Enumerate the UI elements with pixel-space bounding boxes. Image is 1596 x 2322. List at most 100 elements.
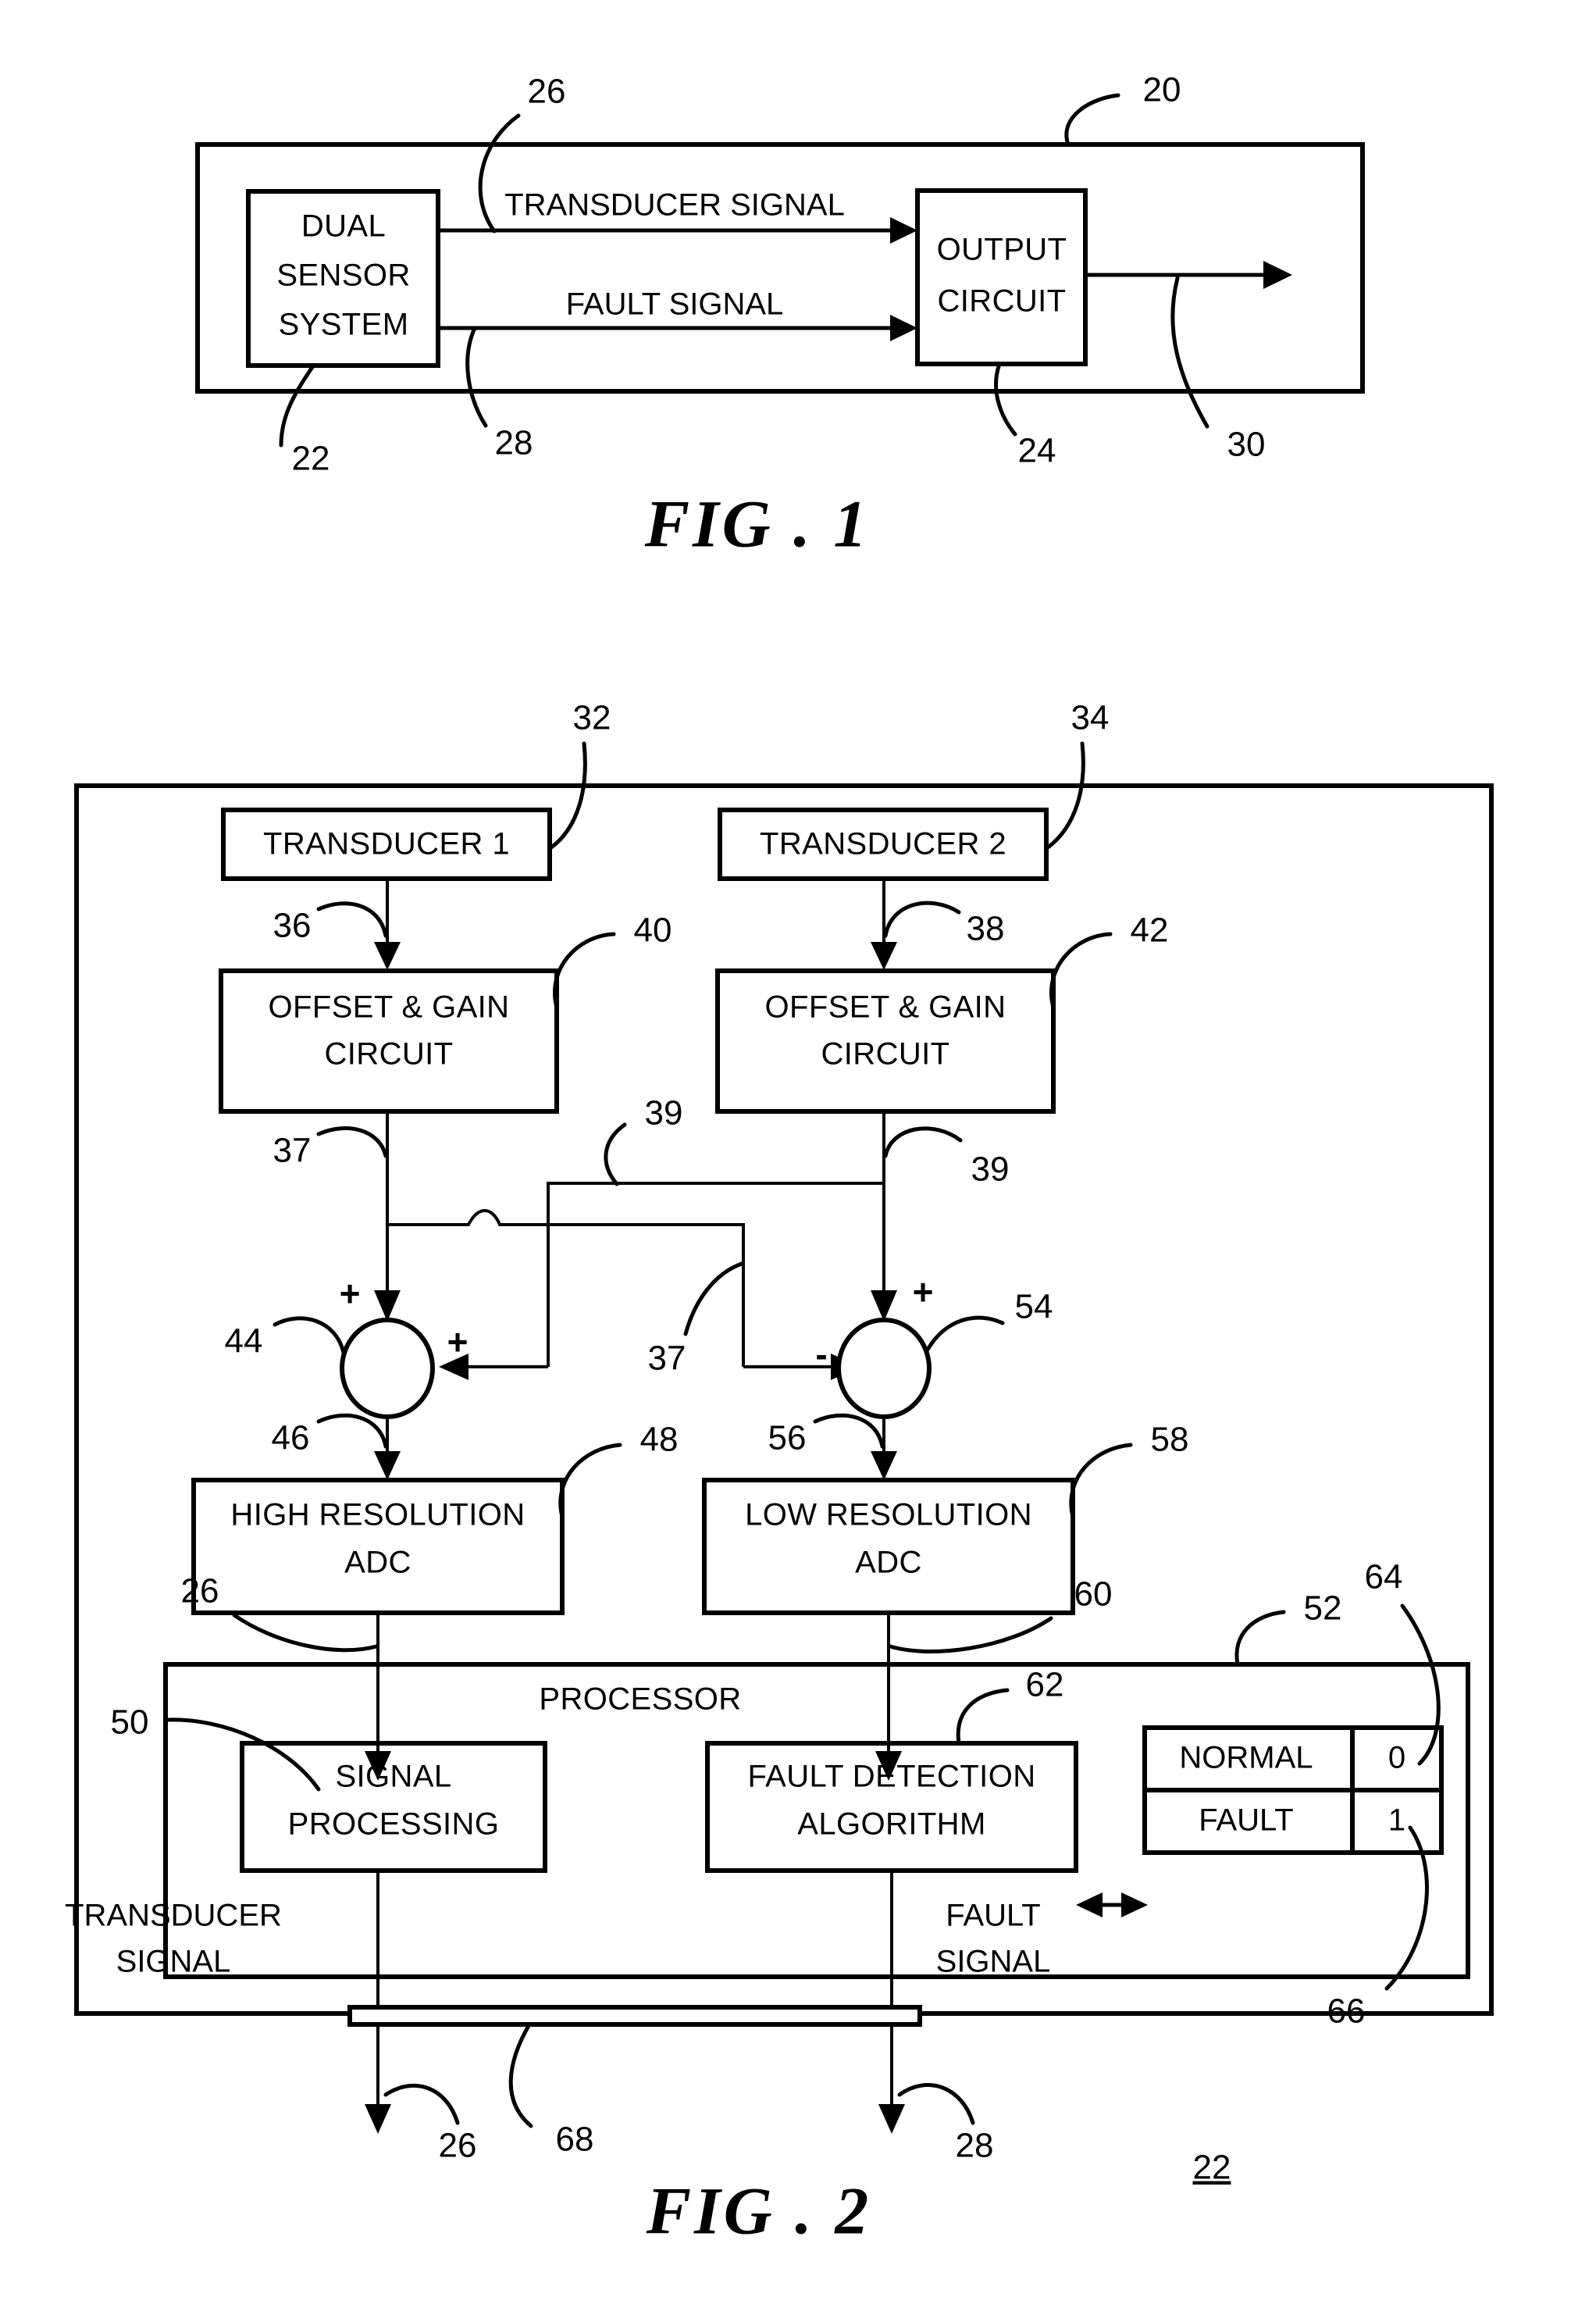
lead-line-52 — [1234, 1610, 1286, 1667]
lead-line-39-top — [604, 1122, 627, 1186]
lead-line-28-out — [897, 2083, 975, 2125]
lead-line-26-fig2 — [232, 1613, 379, 1653]
sign-44-top: + — [340, 1273, 361, 1314]
block-output-circuit — [915, 188, 1088, 366]
block-label-offset-gain-1-line2: CIRCUIT — [324, 1037, 453, 1072]
lead-line-30 — [1170, 276, 1209, 429]
lead-line-28 — [465, 326, 488, 428]
status-table-cell-value-0: 0 — [1388, 1741, 1405, 1775]
ref-54: 54 — [1015, 1288, 1053, 1326]
lead-line-54 — [925, 1315, 1005, 1352]
output-bus-68 — [347, 2005, 922, 2027]
ref-46: 46 — [272, 1419, 310, 1457]
ref-60: 60 — [1074, 1575, 1113, 1614]
lead-line-22 — [279, 365, 315, 448]
lead-line-26-out — [383, 2083, 460, 2125]
arrowhead-output-signal — [1263, 261, 1292, 289]
block-label-low-res-adc-line2: ADC — [855, 1546, 922, 1580]
ref-62: 62 — [1026, 1666, 1064, 1704]
lead-line-37-left — [316, 1126, 388, 1158]
block-label-offset-gain-1-line1: OFFSET & GAIN — [269, 990, 510, 1025]
ref-30: 30 — [1227, 426, 1266, 464]
block-label-processor: PROCESSOR — [539, 1682, 741, 1717]
lead-line-24 — [994, 362, 1017, 437]
lead-line-42 — [1049, 932, 1113, 1010]
ref-20: 20 — [1143, 71, 1181, 109]
figure-1-caption: FIG . 1 — [644, 487, 870, 562]
label-transducer-signal-out-line1: TRANSDUCER — [65, 1899, 282, 1933]
ref-26-fig2: 26 — [181, 1572, 219, 1610]
figure-2: TRANSDUCER 1 32 TRANSDUCER 2 34 36 38 OF… — [65, 699, 1494, 2249]
lead-line-68 — [508, 2022, 533, 2128]
block-label-offset-gain-2-line1: OFFSET & GAIN — [765, 990, 1006, 1025]
arrowhead-transducer-signal — [890, 217, 917, 244]
ref-24: 24 — [1018, 432, 1056, 470]
ref-37-cross: 37 — [648, 1339, 686, 1378]
ref-28-out: 28 — [956, 2127, 994, 2165]
lead-line-46 — [316, 1413, 388, 1449]
ref-56: 56 — [768, 1419, 807, 1457]
ref-39-top: 39 — [645, 1094, 683, 1132]
lead-line-39-right — [883, 1126, 963, 1158]
status-table: NORMAL 0 FAULT 1 — [1142, 1725, 1444, 1855]
lead-line-34 — [1046, 741, 1085, 850]
summing-junction-54 — [836, 1318, 932, 1419]
lead-line-38 — [883, 901, 961, 938]
ref-48: 48 — [640, 1421, 679, 1459]
ref-32: 32 — [573, 699, 611, 737]
ref-50: 50 — [111, 1703, 149, 1742]
ref-37-left: 37 — [273, 1132, 312, 1170]
label-fault-signal-out-line1: FAULT — [946, 1899, 1041, 1933]
arrowhead-54-input-top — [871, 1290, 897, 1322]
arrowhead-table-right — [1121, 1892, 1148, 1917]
block-label-transducer-1: TRANSDUCER 1 — [263, 827, 510, 861]
block-label-dual-sensor-system-line1: DUAL — [301, 209, 386, 244]
arrowhead-transducer-signal-out — [365, 2104, 391, 2134]
ref-44: 44 — [225, 1322, 263, 1361]
sign-44-side: + — [447, 1322, 468, 1362]
lead-line-20 — [1064, 93, 1120, 147]
ref-58: 58 — [1151, 1421, 1189, 1459]
ref-22-fig2: 22 — [1193, 2149, 1231, 2187]
arrowhead-table-left — [1076, 1892, 1103, 1917]
block-label-output-circuit-line2: CIRCUIT — [937, 284, 1066, 319]
arrowhead-36 — [374, 942, 401, 970]
lead-line-56 — [813, 1413, 885, 1449]
figure-2-caption: FIG . 2 — [646, 2174, 871, 2249]
block-label-fault-detection-line2: ALGORITHM — [797, 1807, 985, 1842]
block-label-low-res-adc-line1: LOW RESOLUTION — [745, 1498, 1032, 1532]
status-table-cell-value-1: 1 — [1388, 1803, 1405, 1838]
ref-68: 68 — [556, 2120, 594, 2159]
block-label-transducer-2: TRANSDUCER 2 — [760, 827, 1006, 861]
status-table-cell-state-1: FAULT — [1199, 1803, 1294, 1838]
ref-66: 66 — [1327, 1992, 1366, 2031]
ref-39-right: 39 — [971, 1150, 1010, 1189]
ref-26-out: 26 — [439, 2127, 477, 2165]
lead-line-44 — [273, 1316, 346, 1355]
block-label-fault-detection-line1: FAULT DETECTION — [747, 1760, 1035, 1794]
arrowhead-44-input-top — [374, 1290, 401, 1322]
block-label-high-res-adc-line1: HIGH RESOLUTION — [230, 1498, 525, 1532]
signal-label-fault-signal: FAULT SIGNAL — [566, 287, 784, 322]
block-label-dual-sensor-system-line2: SENSOR — [276, 259, 410, 293]
ref-22: 22 — [292, 440, 330, 478]
lead-line-62 — [956, 1688, 1010, 1746]
lead-line-36 — [316, 901, 388, 938]
block-label-output-circuit-line1: OUTPUT — [937, 233, 1067, 267]
lead-line-48 — [558, 1443, 622, 1519]
sign-54-top: + — [913, 1272, 934, 1312]
label-transducer-signal-out-line2: SIGNAL — [116, 1945, 231, 1979]
arrowhead-56 — [871, 1451, 897, 1480]
ref-36: 36 — [273, 907, 312, 945]
lead-line-60 — [888, 1616, 1053, 1654]
lead-line-64 — [1400, 1603, 1441, 1766]
ref-64: 64 — [1365, 1558, 1403, 1596]
wire-39-cross-to-left — [547, 1182, 884, 1367]
ref-28-number: 28 — [495, 424, 533, 462]
lead-line-40 — [553, 932, 616, 1010]
block-label-dual-sensor-system-line3: SYSTEM — [279, 308, 409, 342]
status-table-cell-state-0: NORMAL — [1179, 1741, 1313, 1775]
block-label-signal-processing-line1: SIGNAL — [335, 1760, 451, 1794]
lead-line-32 — [549, 741, 587, 850]
summing-junction-44 — [340, 1318, 435, 1419]
